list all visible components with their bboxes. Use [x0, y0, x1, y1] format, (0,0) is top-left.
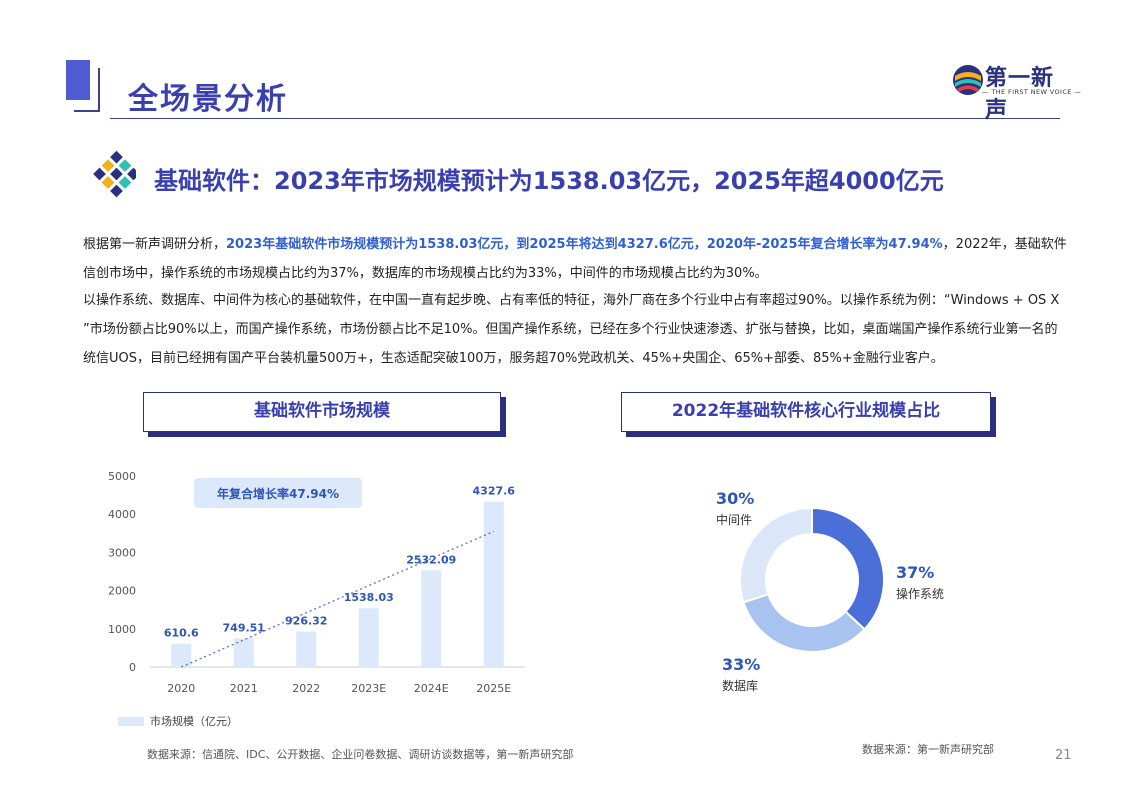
x-tick-label: 2025E: [476, 682, 511, 695]
x-tick-label: 2024E: [414, 682, 449, 695]
cagr-annotation: 年复合增长率47.94%: [217, 486, 339, 501]
bar: [171, 643, 192, 667]
logo-name-en: — THE FIRST NEW VOICE —: [982, 88, 1082, 96]
y-tick-label: 3000: [108, 546, 136, 559]
bar: [483, 501, 504, 667]
x-tick-label: 2022: [292, 682, 320, 695]
bar-value-label: 749.51: [223, 621, 265, 634]
slice-percent-label: 37%: [896, 563, 934, 582]
para1-highlight-size: 2023年基础软件市场规模预计为1538.03亿元，到2025年将达到4327.…: [226, 237, 707, 252]
y-tick-label: 4000: [108, 508, 136, 521]
bar: [421, 570, 442, 667]
title-decoration: [66, 60, 112, 118]
source-note-left: 数据来源：信通院、IDC、公开数据、企业问卷数据、调研访谈数据等，第一新声研究部: [147, 748, 574, 761]
industry-share-donut-chart: 37% 操作系统 33% 数据库 30% 中间件: [716, 489, 944, 693]
bar-value-label: 610.6: [164, 627, 199, 640]
x-tick-label: 2020: [167, 682, 195, 695]
slice-percent-label: 33%: [722, 655, 760, 674]
page-title: 全场景分析: [128, 82, 288, 117]
donut-slice: [811, 506, 885, 631]
donut-slice: [742, 592, 866, 653]
analysis-paragraph-2: 以操作系统、数据库、中间件为核心的基础软件，在中国一直有起步晚、占有率低的特征，…: [83, 293, 1060, 366]
y-tick-label: 2000: [108, 585, 136, 598]
diamond-cluster-icon: [93, 150, 136, 198]
bar: [296, 631, 317, 667]
x-tick-label: 2021: [230, 682, 258, 695]
brand-logo: 第一新声 — THE FIRST NEW VOICE —: [952, 60, 1081, 123]
market-size-section-title: 基础软件市场规模: [143, 392, 501, 432]
bar-chart-legend: 市场规模（亿元）: [118, 713, 238, 729]
slice-name-label: 中间件: [716, 512, 752, 527]
legend-swatch: [118, 716, 144, 726]
slice-name-label: 操作系统: [896, 586, 944, 601]
y-tick-label: 0: [129, 661, 136, 674]
trend-line: [180, 530, 495, 668]
bar-value-label: 2532.09: [406, 553, 456, 566]
slice-percent-label: 30%: [716, 489, 754, 508]
bar-value-label: 926.32: [285, 615, 327, 628]
page-number: 21: [1055, 748, 1072, 763]
section-subtitle: 基础软件：2023年市场规模预计为1538.03亿元，2025年超4000亿元: [154, 167, 944, 195]
y-tick-label: 5000: [108, 470, 136, 483]
logo-mark-icon: [953, 65, 983, 95]
para1-highlight-cagr: 2020年-2025年复合增长率为47.94%: [706, 237, 943, 252]
bar: [358, 608, 379, 667]
x-tick-label: 2023E: [351, 682, 386, 695]
share-section-title: 2022年基础软件核心行业规模占比: [621, 392, 991, 432]
analysis-paragraph-1: 根据第一新声调研分析，2023年基础软件市场规模预计为1538.03亿元，到20…: [83, 230, 1068, 288]
slice-name-label: 数据库: [722, 678, 758, 693]
bar-value-label: 4327.6: [473, 485, 516, 498]
market-size-bar-chart: 0 1000 2000 3000 4000 5000 610.6 2020 749.51 2021…: [108, 470, 525, 695]
para1-lead: 根据第一新声调研分析，: [83, 237, 227, 252]
header-divider: [110, 118, 1060, 119]
legend-label: 市场规模（亿元）: [150, 715, 238, 728]
y-tick-label: 1000: [108, 623, 136, 636]
source-note-right: 数据来源：第一新声研究部: [862, 743, 994, 756]
